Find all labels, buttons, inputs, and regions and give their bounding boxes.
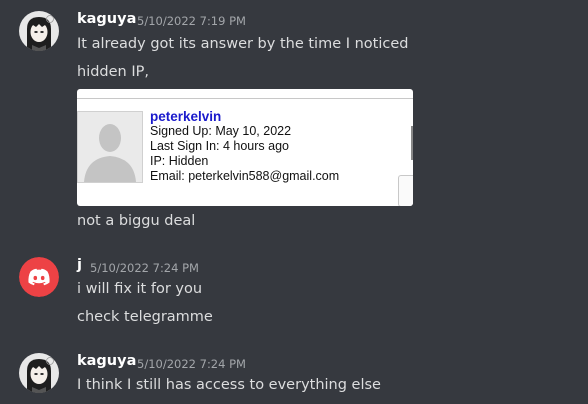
message-username[interactable]: kaguya (77, 11, 136, 27)
embed-signed-up: Signed Up: May 10, 2022 (150, 124, 292, 138)
embed-username-link[interactable]: peterkelvin (150, 109, 339, 124)
message-timestamp: 5/10/2022 7:19 PM (137, 14, 246, 28)
message-text: It already got its answer by the time I … (77, 36, 409, 52)
message-text: i will fix it for you (77, 281, 203, 297)
message-timestamp: 5/10/2022 7:24 PM (137, 357, 246, 371)
default-profile-silhouette-icon (77, 111, 143, 183)
embed-ip: IP: Hidden (150, 154, 209, 168)
kaguya-avatar-icon[interactable] (19, 353, 59, 393)
message-username[interactable]: j (77, 257, 82, 273)
embed-last-sign-in: Last Sign In: 4 hours ago (150, 139, 289, 153)
message-text: not a biggu deal (77, 213, 196, 229)
kaguya-avatar-icon[interactable] (19, 11, 59, 51)
message-text: check telegramme (77, 309, 213, 325)
embed-user-info: peterkelvin Signed Up: May 10, 2022 Last… (150, 109, 339, 184)
message-text: hidden IP, (77, 64, 149, 80)
embed-divider (77, 98, 413, 99)
message-timestamp: 5/10/2022 7:24 PM (90, 261, 199, 275)
embed-scrollbar[interactable] (411, 126, 413, 160)
discord-logo-icon[interactable] (19, 257, 59, 297)
chat-log: kaguya 5/10/2022 7:19 PM It already got … (0, 0, 588, 404)
embed-side-tab (398, 175, 413, 206)
message-username[interactable]: kaguya (77, 353, 136, 369)
embed-email: Email: peterkelvin588@gmail.com (150, 169, 340, 183)
message-text: I think I still has access to everything… (77, 377, 381, 393)
screenshot-embed[interactable]: peterkelvin Signed Up: May 10, 2022 Last… (77, 89, 413, 206)
